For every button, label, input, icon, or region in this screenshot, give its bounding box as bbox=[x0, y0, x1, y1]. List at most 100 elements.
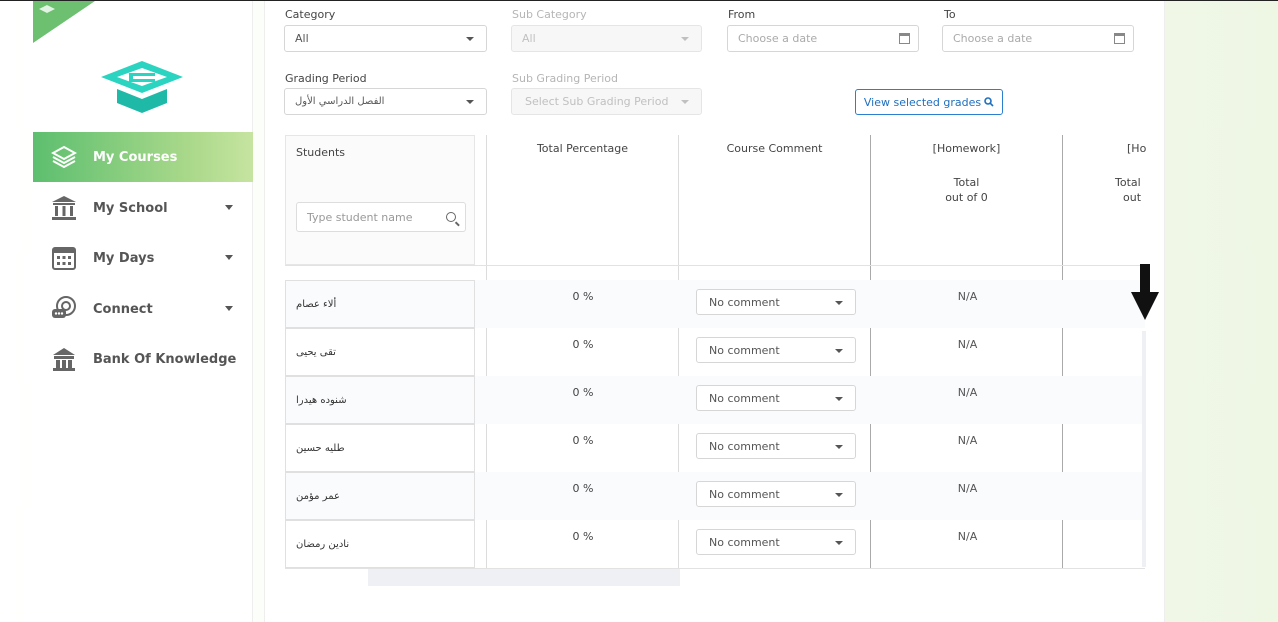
horizontal-scrollbar[interactable] bbox=[368, 569, 680, 586]
homework-value: N/A bbox=[957, 386, 978, 399]
chevron-down-icon bbox=[225, 255, 233, 260]
chevron-down-icon bbox=[466, 37, 474, 41]
corner-ribbon-icon bbox=[33, 1, 95, 43]
homework-value: N/A bbox=[957, 290, 978, 303]
course-comment-select[interactable]: No comment bbox=[696, 529, 856, 555]
from-date-input[interactable]: Choose a date bbox=[727, 25, 919, 52]
chevron-down-icon bbox=[835, 349, 843, 353]
sidebar-item-label: My School bbox=[93, 200, 168, 216]
chevron-down-icon bbox=[681, 100, 689, 104]
student-name: نادين رمضان bbox=[285, 520, 475, 568]
table-row: عمر مؤمن 0 % No comment N/A bbox=[285, 472, 1145, 520]
homework-value: N/A bbox=[957, 530, 978, 543]
grades-table: Students Type student name Total Percent… bbox=[285, 135, 1147, 586]
search-icon bbox=[984, 97, 994, 107]
students-header: Students bbox=[296, 146, 346, 159]
homework-out-of-label-partial: out bbox=[1123, 191, 1142, 204]
students-header-cell: Students Type student name bbox=[285, 135, 475, 265]
course-comment-select[interactable]: No comment bbox=[696, 385, 856, 411]
header-divider bbox=[285, 265, 1145, 266]
table-row: ألاء عصام 0 % No comment N/A bbox=[285, 280, 1145, 328]
from-label: From bbox=[728, 8, 756, 21]
sub-grading-period-placeholder: Select Sub Grading Period bbox=[525, 95, 669, 108]
view-button-label: View selected grades bbox=[863, 95, 982, 109]
sidebar-item-label: Bank Of Knowledge bbox=[93, 351, 237, 367]
table-row: نادين رمضان 0 % No comment N/A bbox=[285, 520, 1145, 568]
layers-icon bbox=[50, 143, 78, 171]
logo-icon bbox=[101, 61, 183, 113]
search-icon bbox=[446, 212, 456, 222]
chevron-down-icon bbox=[225, 306, 233, 311]
course-comment-select[interactable]: No comment bbox=[696, 481, 856, 507]
school-building-icon bbox=[50, 194, 78, 222]
view-selected-grades-button[interactable]: View selected grades bbox=[855, 89, 1003, 115]
grading-period-value: الفصل الدراسي الأول bbox=[295, 96, 385, 107]
chevron-down-icon bbox=[835, 397, 843, 401]
homework-value: N/A bbox=[957, 434, 978, 447]
course-comment-select[interactable]: No comment bbox=[696, 337, 856, 363]
sidebar-item-my-school[interactable]: My School bbox=[33, 183, 253, 233]
homework-value: N/A bbox=[957, 482, 978, 495]
grading-period-select[interactable]: الفصل الدراسي الأول bbox=[284, 88, 487, 115]
table-row: شنوده هيدرا 0 % No comment N/A bbox=[285, 376, 1145, 424]
sub-grading-period-select[interactable]: Select Sub Grading Period bbox=[511, 88, 702, 115]
homework-header-partial: [Ho bbox=[1127, 142, 1147, 155]
student-name: شنوده هيدرا bbox=[285, 376, 475, 424]
to-placeholder: Choose a date bbox=[953, 32, 1033, 45]
comment-value: No comment bbox=[709, 535, 780, 549]
chevron-down-icon bbox=[835, 445, 843, 449]
student-name: عمر مؤمن bbox=[285, 472, 475, 520]
student-name: تقى يحيى bbox=[285, 328, 475, 376]
sidebar-item-label: My Days bbox=[93, 250, 155, 266]
calendar-icon bbox=[899, 33, 910, 44]
homework-total-label: Total bbox=[953, 176, 980, 189]
sidebar-item-label: My Courses bbox=[93, 149, 178, 165]
course-comment-select[interactable]: No comment bbox=[696, 289, 856, 315]
comment-value: No comment bbox=[709, 439, 780, 453]
chevron-down-icon bbox=[835, 493, 843, 497]
comment-value: No comment bbox=[709, 295, 780, 309]
sidebar-item-my-days[interactable]: My Days bbox=[33, 233, 253, 283]
search-placeholder: Type student name bbox=[307, 210, 413, 224]
chevron-down-icon bbox=[225, 205, 233, 210]
calendar-icon bbox=[1114, 33, 1125, 44]
total-percentage-value: 0 % bbox=[572, 482, 594, 495]
to-date-input[interactable]: Choose a date bbox=[942, 25, 1134, 52]
student-name: ألاء عصام bbox=[285, 280, 475, 328]
total-percentage-header: Total Percentage bbox=[536, 142, 629, 155]
comment-value: No comment bbox=[709, 391, 780, 405]
arrow-down-icon bbox=[1131, 264, 1159, 320]
homework-out-of-label: out of 0 bbox=[945, 191, 988, 204]
sidebar: My Courses My School My Days Connect Ban… bbox=[33, 1, 253, 622]
sidebar-item-connect[interactable]: Connect bbox=[33, 284, 253, 334]
total-percentage-value: 0 % bbox=[572, 530, 594, 543]
comment-value: No comment bbox=[709, 343, 780, 357]
bank-icon bbox=[50, 345, 78, 373]
table-row: طليه حسين 0 % No comment N/A bbox=[285, 424, 1145, 472]
total-percentage-value: 0 % bbox=[572, 434, 594, 447]
chevron-down-icon bbox=[681, 37, 689, 41]
chevron-down-icon bbox=[835, 541, 843, 545]
homework-value: N/A bbox=[957, 338, 978, 351]
category-label: Category bbox=[285, 8, 336, 21]
sidebar-item-bank-of-knowledge[interactable]: Bank Of Knowledge bbox=[33, 334, 253, 384]
homework-header: [Homework] bbox=[932, 142, 1001, 155]
vertical-scrollbar[interactable] bbox=[1142, 331, 1146, 567]
student-name: طليه حسين bbox=[285, 424, 475, 472]
table-row: تقى يحيى 0 % No comment N/A bbox=[285, 328, 1145, 376]
total-percentage-value: 0 % bbox=[572, 290, 594, 303]
course-comment-select[interactable]: No comment bbox=[696, 433, 856, 459]
homework-total-label-partial: Total bbox=[1115, 176, 1141, 189]
sidebar-item-my-courses[interactable]: My Courses bbox=[33, 132, 253, 182]
calendar-icon bbox=[50, 244, 78, 272]
sub-category-label: Sub Category bbox=[512, 8, 587, 21]
sidebar-item-label: Connect bbox=[93, 301, 153, 317]
student-search-input[interactable]: Type student name bbox=[296, 202, 466, 232]
sub-category-select[interactable]: All bbox=[511, 25, 702, 52]
chat-bubbles-icon bbox=[50, 295, 78, 323]
category-select[interactable]: All bbox=[284, 25, 487, 52]
chevron-down-icon bbox=[466, 100, 474, 104]
course-comment-header: Course Comment bbox=[726, 142, 823, 155]
total-percentage-value: 0 % bbox=[572, 386, 594, 399]
sub-grading-period-label: Sub Grading Period bbox=[512, 72, 619, 85]
